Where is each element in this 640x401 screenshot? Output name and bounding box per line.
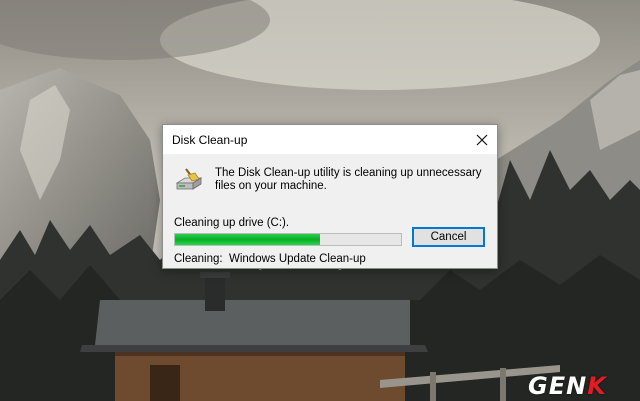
close-button[interactable] [467,125,497,154]
cleaning-item: Windows Update Clean-up [229,253,366,265]
genk-watermark: GENK [528,372,607,400]
drive-label: Cleaning up drive (C:). [174,217,290,229]
status-message: The Disk Clean-up utility is cleaning up… [215,167,482,192]
progress-fill [175,234,320,245]
close-icon [476,134,488,145]
cancel-button[interactable]: Cancel [412,227,485,247]
disk-cleanup-dialog: Disk Clean-up The Disk Clean-up utility … [162,124,498,269]
cleanup-progress-bar [174,233,402,246]
dialog-title: Disk Clean-up [172,133,248,147]
dialog-titlebar[interactable]: Disk Clean-up [163,125,497,154]
disk-cleanup-icon [175,168,203,190]
cleaning-label: Cleaning: [174,253,223,265]
